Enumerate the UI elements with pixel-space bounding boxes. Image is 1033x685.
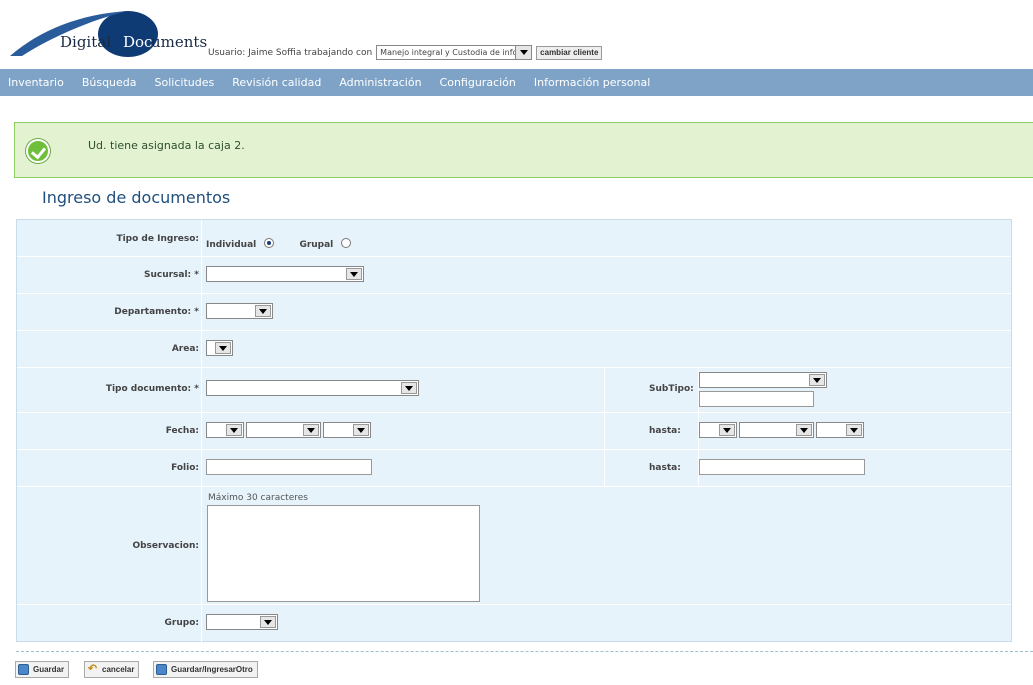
row-departamento: Departamento: *	[17, 294, 1011, 331]
area-select[interactable]	[206, 340, 233, 356]
fecha-day-select[interactable]	[206, 422, 244, 438]
floppy-disk-icon	[156, 664, 167, 675]
label-tipo-ingreso: Tipo de Ingreso:	[116, 234, 199, 244]
observacion-textarea[interactable]	[207, 505, 480, 602]
chevron-down-icon	[515, 46, 532, 59]
nav-item-administracion[interactable]: Administración	[339, 76, 421, 89]
hasta-day-select[interactable]	[699, 422, 737, 438]
departamento-select[interactable]	[206, 303, 273, 319]
nav-item-inventario[interactable]: Inventario	[8, 76, 64, 89]
observacion-hint: Máximo 30 caracteres	[208, 493, 308, 503]
nav-item-configuracion[interactable]: Configuración	[440, 76, 516, 89]
nav-item-busqueda[interactable]: Búsqueda	[82, 76, 137, 89]
chevron-down-icon	[303, 424, 319, 436]
nav-item-solicitudes[interactable]: Solicitudes	[155, 76, 215, 89]
chevron-down-icon	[719, 424, 735, 436]
label-individual: Individual	[206, 240, 257, 250]
hasta-year-select[interactable]	[816, 422, 864, 438]
user-label: Usuario: Jaime Soffia trabajando con	[208, 47, 373, 58]
label-folio: Folio:	[171, 463, 199, 473]
logo: Digital Doc uments	[10, 8, 207, 60]
label-sucursal: Sucursal: *	[143, 270, 199, 280]
folio-hasta-input[interactable]	[699, 459, 865, 475]
tipo-documento-select[interactable]	[206, 380, 419, 396]
chevron-down-icon	[346, 268, 362, 280]
row-fecha: Fecha: hasta:	[17, 413, 1011, 450]
fecha-month-select[interactable]	[246, 422, 321, 438]
subtipo-input[interactable]	[699, 391, 814, 407]
row-observacion: Observacion: Máximo 30 caracteres	[17, 487, 1011, 605]
logo-text-doc: Doc	[123, 33, 153, 51]
chevron-down-icon	[255, 305, 271, 317]
client-select[interactable]: Manejo integral y Custodia de informac	[376, 45, 533, 60]
grupo-select[interactable]	[206, 614, 278, 630]
logo-text-uments: uments	[151, 33, 208, 51]
floppy-disk-icon	[18, 664, 29, 675]
radio-individual[interactable]	[264, 238, 275, 248]
folio-input[interactable]	[206, 459, 372, 475]
fecha-year-select[interactable]	[323, 422, 371, 438]
chevron-down-icon	[260, 616, 276, 628]
radio-grupal[interactable]	[341, 238, 352, 248]
label-fecha-hasta: hasta:	[649, 426, 681, 436]
chevron-down-icon	[846, 424, 862, 436]
change-client-button[interactable]: cambiar cliente	[536, 45, 603, 60]
nav-item-revision-calidad[interactable]: Revisión calidad	[232, 76, 321, 89]
undo-icon: ↶	[87, 663, 98, 675]
nav-item-informacion-personal[interactable]: Información personal	[534, 76, 650, 89]
label-observacion: Observacion:	[132, 541, 199, 551]
row-sucursal: Sucursal: *	[17, 257, 1011, 294]
sucursal-select[interactable]	[206, 266, 364, 282]
user-bar: Usuario: Jaime Soffia trabajando con Man…	[208, 45, 603, 60]
cancel-button[interactable]: ↶ cancelar	[84, 661, 140, 678]
save-and-add-another-button[interactable]: Guardar/IngresarOtro	[153, 661, 258, 678]
chevron-down-icon	[215, 342, 231, 354]
chevron-down-icon	[796, 424, 812, 436]
chevron-down-icon	[226, 424, 242, 436]
subtipo-select[interactable]	[699, 372, 827, 388]
chevron-down-icon	[809, 374, 825, 386]
page-title: Ingreso de documentos	[42, 188, 231, 207]
label-tipo-documento: Tipo documento: *	[105, 384, 199, 394]
check-icon	[26, 139, 50, 163]
alert-message: Ud. tiene asignada la caja 2.	[88, 139, 245, 152]
divider	[16, 651, 1033, 652]
chevron-down-icon	[401, 382, 417, 394]
logo-text-digital: Digital	[60, 33, 111, 51]
row-area: Area:	[17, 331, 1011, 368]
row-tipo-ingreso: Tipo de Ingreso: Individual Grupal	[17, 220, 1011, 257]
label-folio-hasta: hasta:	[649, 463, 681, 473]
label-departamento: Departamento: *	[114, 307, 199, 317]
label-grupal: Grupal	[299, 240, 334, 250]
chevron-down-icon	[353, 424, 369, 436]
document-form: Tipo de Ingreso: Individual Grupal Sucur…	[16, 219, 1012, 642]
label-grupo: Grupo:	[164, 618, 199, 628]
hasta-month-select[interactable]	[739, 422, 814, 438]
save-button[interactable]: Guardar	[15, 661, 70, 678]
success-alert: Ud. tiene asignada la caja 2.	[14, 122, 1033, 178]
main-nav: Inventario Búsqueda Solicitudes Revisión…	[0, 69, 1033, 96]
row-folio: Folio: hasta:	[17, 450, 1011, 487]
label-fecha: Fecha:	[165, 426, 199, 436]
row-tipo-documento: Tipo documento: * SubTipo:	[17, 368, 1011, 413]
label-area: Area:	[171, 344, 199, 354]
row-grupo: Grupo:	[17, 605, 1011, 642]
label-subtipo: SubTipo:	[649, 384, 694, 394]
